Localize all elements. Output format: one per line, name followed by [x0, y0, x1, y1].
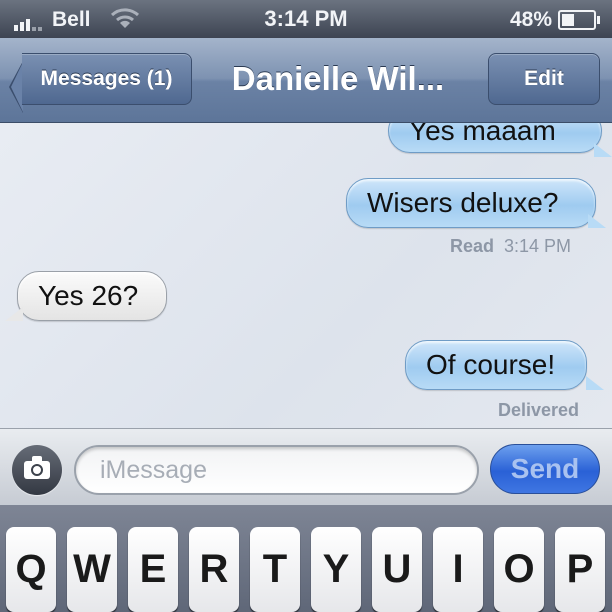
message-bubble-outgoing[interactable]: Of course! — [405, 340, 587, 390]
edit-button[interactable]: Edit — [488, 53, 600, 105]
battery-icon — [558, 10, 600, 30]
message-bubble-outgoing[interactable]: Yes maaam — [388, 123, 602, 153]
messages-back-button[interactable]: Messages (1) — [22, 53, 192, 105]
key-e[interactable]: E — [128, 527, 178, 612]
read-receipt: Read 3:14 PM — [450, 236, 571, 257]
key-r[interactable]: R — [189, 527, 239, 612]
read-time: 3:14 PM — [504, 236, 572, 256]
message-bubble-incoming[interactable]: Yes 26? — [17, 271, 167, 321]
key-w[interactable]: W — [67, 527, 117, 612]
message-text: Wisers deluxe? — [367, 187, 559, 218]
navigation-bar: Messages (1) Danielle Wil... Edit — [0, 38, 612, 123]
message-text: Yes maaam — [409, 123, 556, 146]
conversation-title: Danielle Wil... — [231, 60, 445, 97]
key-p[interactable]: P — [555, 527, 605, 612]
message-text: Yes 26? — [38, 280, 139, 311]
key-y[interactable]: Y — [311, 527, 361, 612]
key-u[interactable]: U — [372, 527, 422, 612]
key-i[interactable]: I — [433, 527, 483, 612]
read-label: Read — [450, 236, 495, 256]
camera-icon — [24, 456, 50, 479]
conversation-view[interactable]: Yes maaam Wisers deluxe? Read 3:14 PM Yes… — [0, 123, 612, 428]
battery-percent: 48% — [509, 8, 552, 31]
key-t[interactable]: T — [250, 527, 300, 612]
message-bubble-outgoing[interactable]: Wisers deluxe? — [346, 178, 596, 228]
camera-button[interactable] — [12, 445, 62, 495]
key-q[interactable]: Q — [6, 527, 56, 612]
status-bar: Bell 3:14 PM 48% — [0, 0, 612, 38]
send-button[interactable]: Send — [490, 444, 600, 494]
imessage-input[interactable] — [74, 445, 479, 495]
delivered-status: Delivered — [498, 400, 580, 420]
message-text: Of course! — [426, 349, 556, 380]
key-o[interactable]: O — [494, 527, 544, 612]
keyboard: Q W E R T Y U I O P — [0, 505, 612, 612]
message-composer: Send — [0, 428, 612, 506]
